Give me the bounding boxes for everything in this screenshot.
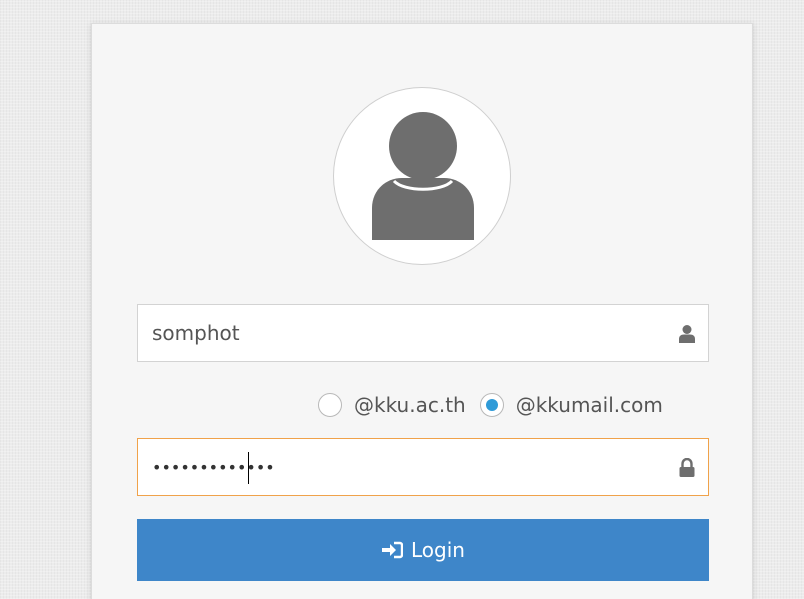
radio-kkumail[interactable] [479,393,504,417]
login-card: @kku.ac.th @kkumail.com Login [91,23,753,599]
domain-option-kku[interactable]: @kku.ac.th [318,393,466,417]
username-input[interactable] [138,305,658,361]
domain-label-kkumail: @kkumail.com [515,393,663,417]
radio-kku[interactable] [318,393,342,417]
sign-in-icon [382,541,404,559]
password-field[interactable] [137,438,709,496]
email-domain-selector: @kku.ac.th @kkumail.com [318,390,663,420]
domain-option-kkumail[interactable]: @kkumail.com [479,393,663,417]
user-icon [679,325,695,343]
login-button[interactable]: Login [137,519,709,581]
text-cursor [248,452,249,484]
domain-label-kku: @kku.ac.th [354,393,466,417]
user-avatar-icon [372,112,474,240]
username-field[interactable] [137,304,709,362]
lock-icon [679,458,695,477]
password-input[interactable] [138,439,658,495]
avatar [333,87,511,265]
login-button-label: Login [411,538,465,562]
